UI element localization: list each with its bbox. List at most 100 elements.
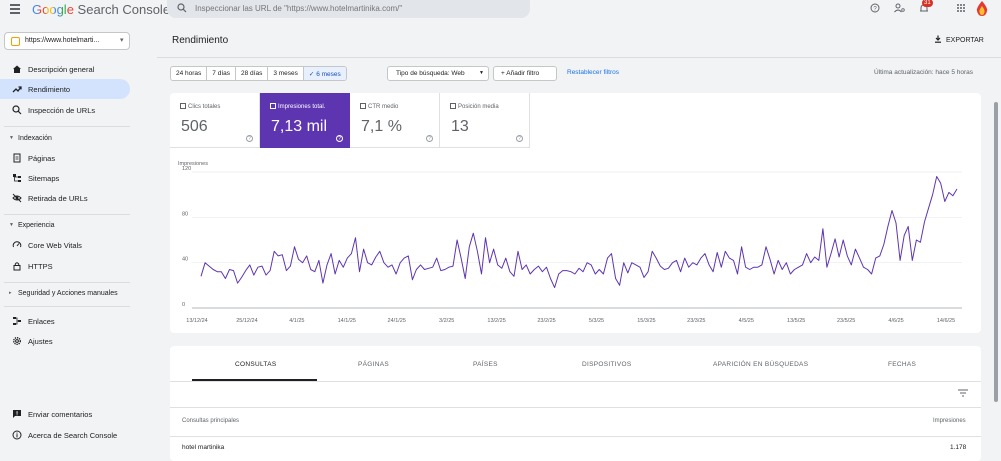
section-label: Indexación — [18, 135, 52, 142]
divider — [157, 57, 1001, 58]
sidebar-item-sitemaps[interactable]: Sitemaps — [0, 168, 130, 188]
section-label: Seguridad y Acciones manuales — [18, 290, 118, 297]
property-url: https://www.hotelmarti... — [25, 37, 100, 44]
date-range-6m[interactable]: ✓ 6 meses — [303, 67, 346, 80]
sidebar-item-url-inspection[interactable]: Inspección de URLs — [0, 100, 130, 120]
search-type-filter[interactable]: Tipo de búsqueda: Web ▼ — [387, 66, 489, 81]
caret-down-icon: ▼ — [9, 135, 14, 141]
notification-badge: 31 — [922, 0, 933, 7]
divider — [4, 306, 130, 307]
sidebar-item-label: HTTPS — [28, 262, 53, 271]
sidebar-item-links[interactable]: Enlaces — [0, 311, 130, 331]
column-header-query[interactable]: Consultas principales — [182, 418, 239, 424]
chevron-down-icon: ▾ — [120, 37, 124, 44]
feedback-icon — [13, 410, 21, 418]
sidebar-item-pages[interactable]: Páginas — [0, 148, 130, 168]
divider — [170, 407, 981, 408]
tab-dates[interactable]: FECHAS — [888, 361, 916, 368]
property-favicon — [11, 37, 20, 46]
date-range-28d[interactable]: 28 días — [236, 67, 269, 80]
download-icon — [935, 35, 941, 43]
x-tick-label: 3/2/25 — [439, 318, 454, 324]
search-type-label: Tipo de búsqueda: Web — [396, 70, 465, 77]
scrollbar[interactable] — [993, 90, 999, 461]
lock-icon — [13, 262, 21, 271]
date-range-3m[interactable]: 3 meses — [268, 67, 304, 80]
y-tick-label: 40 — [182, 257, 188, 263]
export-button[interactable]: EXPORTAR — [934, 35, 984, 44]
app: Google Search Console ? 31 https://www.h… — [0, 0, 1001, 461]
tab-devices[interactable]: DISPOSITIVOS — [582, 361, 631, 368]
help-icon[interactable]: ? — [870, 3, 880, 13]
sidebar: https://www.hotelmarti... ▾ Descripción … — [0, 22, 135, 461]
gauge-icon — [12, 241, 22, 248]
sidebar-item-label: Páginas — [28, 154, 56, 163]
logo[interactable]: Google Search Console — [32, 2, 170, 17]
sidebar-item-removals[interactable]: Retirada de URLs — [0, 188, 130, 208]
apps-grid-icon[interactable] — [956, 3, 966, 13]
divider — [170, 436, 981, 437]
sidebar-item-feedback[interactable]: Enviar comentarios — [0, 404, 130, 424]
caret-right-icon: ▸ — [9, 290, 12, 296]
sidebar-item-core-web-vitals[interactable]: Core Web Vitals — [0, 235, 130, 255]
section-experience[interactable]: ▼ Experiencia — [0, 222, 130, 231]
y-tick-label: 0 — [182, 302, 185, 308]
date-range-7d[interactable]: 7 días — [207, 67, 237, 80]
divider — [4, 214, 130, 215]
menu-icon[interactable] — [10, 4, 22, 14]
sidebar-item-https[interactable]: HTTPS — [0, 256, 130, 276]
search-input[interactable] — [195, 2, 515, 14]
tab-countries[interactable]: PAÍSES — [473, 361, 498, 368]
x-tick-label: 4/5/25 — [739, 318, 754, 324]
impressions-series-line — [200, 176, 958, 289]
column-header-impressions[interactable]: Impresiones — [933, 418, 966, 424]
pages-icon — [13, 153, 21, 163]
date-range-24h[interactable]: 24 horas — [171, 67, 208, 80]
date-range-group: 24 horas 7 días 28 días 3 meses ✓ 6 mese… — [170, 66, 347, 81]
performance-card: Clics totales 506 ? Impresiones total. 7… — [170, 93, 981, 333]
x-tick-label: 25/12/24 — [236, 318, 257, 324]
sidebar-item-label: Core Web Vitals — [28, 241, 82, 250]
info-icon — [12, 430, 22, 440]
y-tick-label: 120 — [182, 166, 191, 172]
sidebar-item-label: Inspección de URLs — [28, 106, 96, 115]
sidebar-item-performance[interactable]: Rendimiento — [0, 79, 130, 99]
sidebar-item-label: Sitemaps — [28, 174, 60, 183]
tab-queries[interactable]: CONSULTAS — [235, 361, 276, 368]
table-row-query[interactable]: hotel martinika — [182, 444, 224, 451]
search-icon — [12, 105, 22, 115]
section-security[interactable]: ▸ Seguridad y Acciones manuales — [0, 290, 130, 299]
logo-google: Google — [32, 2, 74, 17]
x-tick-label: 14/6/25 — [937, 318, 955, 324]
tab-search-appearance[interactable]: APARICIÓN EN BÚSQUEDAS — [713, 361, 808, 368]
filter-list-icon[interactable] — [958, 389, 968, 397]
reset-filters-link[interactable]: Restablecer filtros — [567, 69, 619, 76]
sidebar-item-label: Ajustes — [28, 337, 53, 346]
top-bar: Google Search Console ? 31 — [0, 0, 1001, 22]
tab-pages[interactable]: PÁGINAS — [358, 361, 389, 368]
x-tick-label: 5/3/25 — [589, 318, 604, 324]
avatar[interactable] — [975, 1, 989, 16]
add-filter-button[interactable]: + Añadir filtro — [493, 66, 557, 81]
x-tick-label: 24/1/25 — [388, 318, 406, 324]
eye-off-icon — [12, 193, 22, 203]
add-filter-label: Añadir filtro — [506, 70, 540, 77]
sidebar-item-about[interactable]: Acerca de Search Console — [0, 425, 130, 445]
sidebar-item-settings[interactable]: Ajustes — [0, 331, 130, 351]
sitemap-icon — [13, 174, 21, 182]
page-title: Rendimiento — [172, 35, 229, 46]
sidebar-item-overview[interactable]: Descripción general — [0, 59, 130, 79]
divider — [4, 282, 130, 283]
caret-down-icon: ▼ — [479, 70, 484, 76]
x-tick-label: 13/12/24 — [186, 318, 207, 324]
section-indexing[interactable]: ▼ Indexación — [0, 135, 130, 144]
links-icon — [13, 317, 21, 325]
property-selector[interactable]: https://www.hotelmarti... ▾ — [4, 32, 130, 50]
manage-users-icon[interactable] — [894, 3, 905, 13]
trending-up-icon — [12, 86, 22, 93]
x-tick-label: 15/3/25 — [637, 318, 655, 324]
impressions-chart: Impresiones0408012013/12/24 25/12/24 4/1/2… — [178, 161, 962, 324]
url-inspection-search[interactable] — [167, 0, 530, 18]
scrollbar-thumb[interactable] — [994, 102, 998, 402]
section-label: Experiencia — [18, 222, 55, 229]
